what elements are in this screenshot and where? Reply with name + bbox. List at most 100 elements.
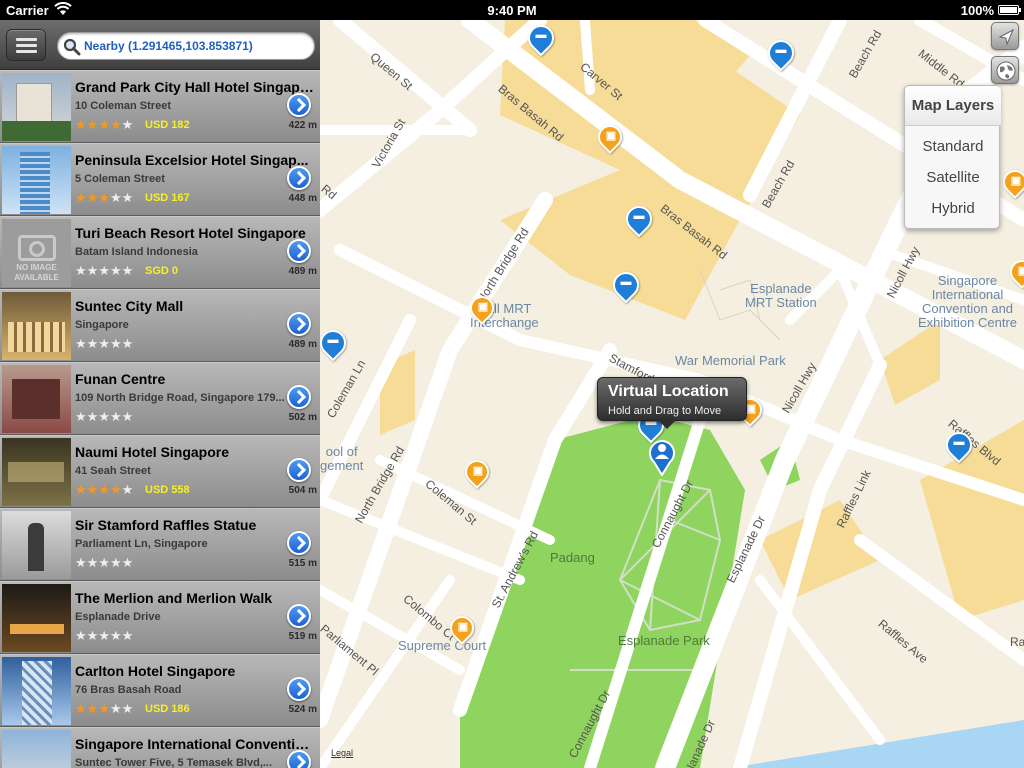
- list-item-title: The Merlion and Merlion Walk: [75, 590, 273, 606]
- list-item-title: Singapore International Conventio...: [75, 736, 315, 752]
- photo-pin-icon[interactable]: ▣: [593, 120, 627, 157]
- list-item[interactable]: Sir Stamford Raffles Statue Parliament Ln…: [0, 508, 320, 581]
- list-item-title: Suntec City Mall: [75, 298, 184, 314]
- search-value: Nearby (1.291465,103.853871): [84, 39, 253, 53]
- locate-button[interactable]: [991, 22, 1019, 50]
- map-layers-button[interactable]: [991, 56, 1019, 84]
- list-item[interactable]: The Merlion and Merlion Walk Esplanade Dr…: [0, 581, 320, 654]
- no-image-label: NO IMAGE: [16, 263, 57, 272]
- legal-link[interactable]: Legal: [331, 748, 353, 758]
- search-input[interactable]: Nearby (1.291465,103.853871): [57, 32, 315, 60]
- hotel-pin-icon[interactable]: ▬: [522, 20, 560, 57]
- list-item-address: Esplanade Drive: [75, 611, 161, 623]
- list-item[interactable]: Naumi Hotel Singapore 41 Seah Street ★★★★★…: [0, 435, 320, 508]
- globe-icon: [996, 61, 1016, 81]
- callout-subtitle: Hold and Drag to Move: [608, 405, 722, 417]
- place-label: ool of gement: [320, 444, 364, 473]
- callout-title: Virtual Location: [608, 383, 729, 400]
- list-item-address: 76 Bras Basah Road: [75, 684, 182, 696]
- park-label: Esplanade Park: [618, 633, 710, 648]
- list-item-thumbnail: [2, 146, 71, 214]
- detail-disclosure-icon[interactable]: [287, 312, 311, 336]
- list-item[interactable]: Funan Centre 109 North Bridge Road, Singa…: [0, 362, 320, 435]
- rating-stars-icon: ★★★★★: [75, 117, 134, 132]
- list-item[interactable]: Suntec City Mall Singapore ★★★★★ 489 m: [0, 289, 320, 362]
- list-item[interactable]: Carlton Hotel Singapore 76 Bras Basah Roa…: [0, 654, 320, 727]
- layer-hybrid[interactable]: Hybrid: [905, 200, 1001, 217]
- list-item-distance: 502 m: [288, 412, 317, 423]
- list-item-thumbnail: [2, 657, 71, 725]
- map-view[interactable]: Queen St Carver St Bras Basah Rd Victoria S…: [320, 20, 1024, 768]
- list-item-thumbnail: [2, 292, 71, 360]
- results-panel: Nearby (1.291465,103.853871) Grand Park …: [0, 20, 320, 768]
- rating-stars-icon: ★★★★★: [75, 263, 134, 278]
- map-layers-menu: Map Layers Standard Satellite Hybrid: [904, 85, 1001, 229]
- list-item-title: Grand Park City Hall Hotel Singapo...: [75, 79, 315, 95]
- detail-disclosure-icon[interactable]: [287, 604, 311, 628]
- list-item-address: 109 North Bridge Road, Singapore 179...: [75, 392, 285, 404]
- list-item[interactable]: Singapore International Conventio... Sunt…: [0, 727, 320, 768]
- detail-disclosure-icon[interactable]: [287, 166, 311, 190]
- list-item[interactable]: Peninsula Excelsior Hotel Singap... 5 Col…: [0, 143, 320, 216]
- list-item-price: USD 186: [145, 703, 190, 715]
- hotel-pin-icon[interactable]: ▬: [607, 266, 645, 304]
- hotel-pin-icon[interactable]: ▬: [620, 200, 658, 238]
- list-item-address: 10 Coleman Street: [75, 100, 171, 112]
- list-item[interactable]: Grand Park City Hall Hotel Singapo... 10 …: [0, 70, 320, 143]
- photo-pin-icon[interactable]: ▣: [445, 611, 479, 648]
- status-bar: Carrier 9:40 PM 100%: [0, 0, 1024, 20]
- list-item-distance: 448 m: [288, 193, 317, 204]
- rating-stars-icon: ★★★★★: [75, 336, 134, 351]
- detail-disclosure-icon[interactable]: [287, 458, 311, 482]
- list-item-title: Sir Stamford Raffles Statue: [75, 517, 257, 533]
- road-label: Ra: [1010, 635, 1024, 649]
- place-label: Esplanade MRT Station: [745, 281, 817, 310]
- menu-button[interactable]: [6, 29, 46, 61]
- list-item-thumbnail: [2, 730, 71, 768]
- list-item-title: Turi Beach Resort Hotel Singapore: [75, 225, 306, 241]
- no-image-label: AVAILABLE: [14, 273, 59, 282]
- menu-icon: [16, 38, 37, 41]
- list-item-address: 5 Coleman Street: [75, 173, 165, 185]
- hotel-pin-icon[interactable]: ▬: [762, 34, 800, 72]
- virtual-location-pin[interactable]: [647, 438, 677, 477]
- layer-satellite[interactable]: Satellite: [905, 169, 1001, 186]
- layer-standard[interactable]: Standard: [905, 138, 1001, 155]
- rating-stars-icon: ★★★★★: [75, 190, 134, 205]
- results-list: Grand Park City Hall Hotel Singapo... 10 …: [0, 70, 320, 768]
- list-item-title: Naumi Hotel Singapore: [75, 444, 230, 460]
- list-item-price: USD 182: [145, 119, 190, 131]
- list-item-distance: 515 m: [288, 558, 317, 569]
- photo-pin-icon[interactable]: ▣: [1005, 255, 1024, 292]
- list-item-price: SGD 0: [145, 265, 179, 277]
- list-item-distance: 489 m: [288, 339, 317, 350]
- menu-icon: [16, 50, 37, 53]
- photo-pin-icon[interactable]: ▣: [465, 291, 499, 328]
- photo-pin-icon[interactable]: ▣: [460, 455, 494, 492]
- place-label: Singapore International Convention and E…: [918, 273, 1017, 330]
- battery-icon: [998, 5, 1021, 15]
- location-arrow-icon: [998, 28, 1015, 46]
- list-item-thumbnail: [2, 584, 71, 652]
- hotel-pin-icon[interactable]: ▬: [940, 426, 978, 464]
- photo-pin-icon[interactable]: ▣: [998, 165, 1024, 202]
- hotel-pin-icon[interactable]: ▬: [320, 324, 352, 362]
- rating-stars-icon: ★★★★★: [75, 482, 134, 497]
- detail-disclosure-icon[interactable]: [287, 239, 311, 263]
- list-item-thumbnail: [2, 511, 71, 579]
- list-item-distance: 519 m: [288, 631, 317, 642]
- detail-disclosure-icon[interactable]: [287, 677, 311, 701]
- rating-stars-icon: ★★★★★: [75, 409, 134, 424]
- list-item-thumbnail: NO IMAGE AVAILABLE: [2, 219, 71, 287]
- rating-stars-icon: ★★★★★: [75, 555, 134, 570]
- detail-disclosure-icon[interactable]: [287, 385, 311, 409]
- list-item[interactable]: NO IMAGE AVAILABLE Turi Beach Resort Hotel…: [0, 216, 320, 289]
- virtual-location-callout[interactable]: Virtual Location Hold and Drag to Move: [597, 377, 747, 429]
- panel-toolbar: Nearby (1.291465,103.853871): [0, 20, 320, 70]
- search-icon: [63, 38, 81, 56]
- detail-disclosure-icon[interactable]: [287, 750, 311, 768]
- detail-disclosure-icon[interactable]: [287, 93, 311, 117]
- detail-disclosure-icon[interactable]: [287, 531, 311, 555]
- list-item-thumbnail: [2, 73, 71, 141]
- list-item-thumbnail: [2, 365, 71, 433]
